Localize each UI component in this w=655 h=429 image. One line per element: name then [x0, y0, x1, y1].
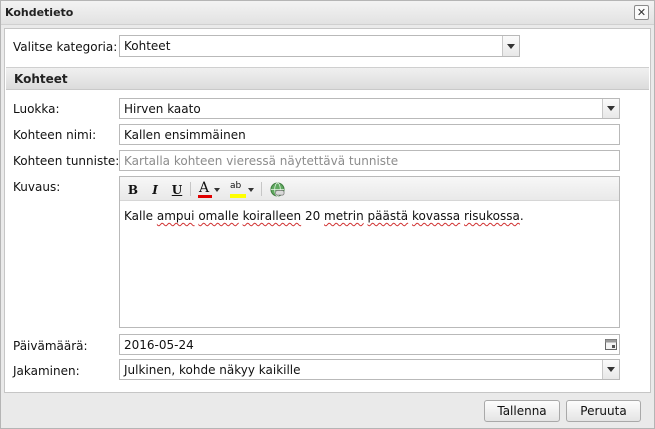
sharing-label: Jakaminen:: [13, 364, 80, 378]
section-header: Kohteet: [6, 67, 649, 90]
spell-error: koiralleen: [242, 209, 302, 223]
chevron-down-icon[interactable]: [502, 36, 519, 56]
highlight-glyph: ab: [230, 180, 242, 191]
chevron-down-icon[interactable]: [602, 99, 619, 118]
category-label: Valitse kategoria:: [13, 40, 118, 54]
spell-error: risukossa: [464, 209, 520, 223]
identifier-label: Kohteen tunniste:: [13, 154, 120, 168]
bold-icon[interactable]: B: [126, 181, 140, 198]
sharing-select[interactable]: Julkinen, kohde näkyy kaikille: [119, 359, 620, 380]
save-button[interactable]: Tallenna: [484, 400, 560, 422]
class-select[interactable]: Hirven kaato: [119, 98, 620, 119]
chevron-down-icon[interactable]: [602, 360, 619, 379]
underline-icon[interactable]: U: [170, 181, 184, 198]
form-panel: Valitse kategoria: Kohteet Kohteet Luokk…: [4, 28, 651, 393]
spell-error: metrin: [324, 209, 364, 223]
identifier-placeholder: Kartalla kohteen vieressä näytettävä tun…: [124, 153, 399, 168]
date-value: 2016-05-24: [124, 337, 194, 352]
toolbar-separator: [190, 182, 191, 196]
spell-error: päästä: [367, 209, 409, 223]
spell-error: omalle: [198, 209, 239, 223]
name-value: Kallen ensimmäinen: [124, 127, 246, 142]
editor-toolbar: B I U A ab: [120, 177, 619, 201]
font-color-glyph: A: [199, 179, 210, 196]
spell-error: ampui: [156, 209, 195, 223]
sharing-value: Julkinen, kohde näkyy kaikille: [124, 362, 301, 377]
identifier-input[interactable]: Kartalla kohteen vieressä näytettävä tun…: [119, 150, 620, 171]
description-label: Kuvaus:: [13, 180, 61, 194]
dialog-window: Kohdetieto ✕ Valitse kategoria: Kohteet …: [0, 0, 655, 429]
highlight-icon[interactable]: ab: [228, 181, 256, 198]
toolbar-separator: [261, 182, 262, 196]
window-title: Kohdetieto: [5, 6, 74, 19]
cancel-button[interactable]: Peruuta: [566, 400, 641, 422]
description-editor[interactable]: B I U A ab Kalle ampui omalle koiralleen…: [119, 176, 620, 328]
date-label: Päivämäärä:: [13, 339, 88, 353]
category-value: Kohteet: [124, 39, 171, 53]
section-title: Kohteet: [14, 72, 68, 86]
class-value: Hirven kaato: [124, 101, 201, 116]
close-button[interactable]: ✕: [634, 5, 649, 20]
date-input[interactable]: 2016-05-24: [119, 334, 620, 355]
category-select[interactable]: Kohteet: [119, 35, 520, 57]
class-label: Luokka:: [13, 102, 60, 116]
italic-icon[interactable]: I: [148, 181, 162, 198]
name-input[interactable]: Kallen ensimmäinen: [119, 124, 620, 145]
font-color-icon[interactable]: A: [196, 179, 222, 198]
title-bar[interactable]: Kohdetieto ✕: [1, 1, 654, 25]
description-text[interactable]: Kalle ampui omalle koiralleen 20 metrin …: [124, 209, 615, 223]
spell-error: kovassa: [411, 209, 461, 223]
close-icon: ✕: [636, 6, 647, 19]
calendar-icon[interactable]: [602, 335, 619, 354]
link-icon[interactable]: [268, 181, 286, 198]
name-label: Kohteen nimi:: [13, 128, 97, 142]
